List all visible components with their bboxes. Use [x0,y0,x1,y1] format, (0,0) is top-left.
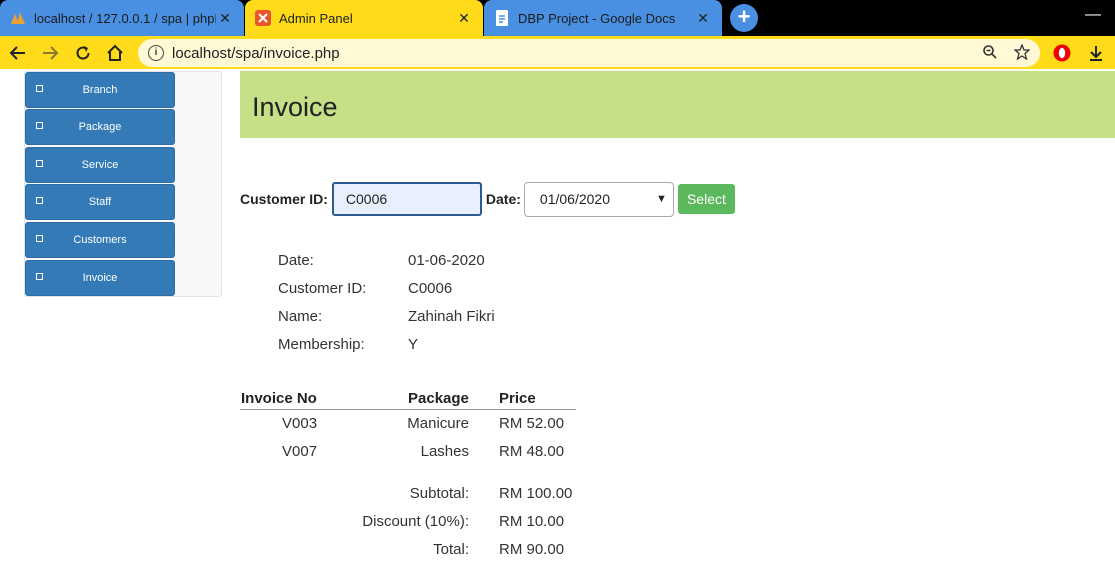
download-icon[interactable] [1087,44,1105,62]
date-label: Date: [485,191,521,207]
customer-id-input[interactable]: C0006 [331,182,482,216]
row-price: RM 52.00 [499,415,565,432]
bullet-icon [36,122,43,129]
bullet-icon [36,273,43,280]
sidebar-item-customers[interactable]: Customers [25,222,175,258]
date-select[interactable]: 01/06/2020 ▼ [523,181,674,217]
bullet-icon [36,235,43,242]
browser-tab-strip: localhost / 127.0.0.1 / spa | phpM ✕ Adm… [0,0,1115,36]
sidebar-item-invoice[interactable]: Invoice [25,260,175,296]
subtotal-label: Subtotal: [409,485,469,502]
info-customer-id-label: Customer ID: [278,280,367,297]
xampp-icon [255,10,271,26]
info-name-label: Name: [278,308,323,325]
row-invoice-no: V003 [282,415,318,432]
tab-title: localhost / 127.0.0.1 / spa | phpM [34,10,216,26]
sidebar-item-label: Branch [82,84,118,96]
discount-value: RM 10.00 [499,513,565,530]
row-package: Manicure [407,415,469,432]
bullet-icon [36,197,43,204]
docs-icon [494,10,510,26]
forward-icon[interactable] [37,40,63,66]
back-icon[interactable] [5,40,31,66]
close-icon[interactable]: ✕ [694,10,712,27]
tab-title: Admin Panel [279,10,353,26]
reload-icon[interactable] [70,40,96,66]
opera-extension-icon[interactable] [1053,44,1071,62]
tab-title: DBP Project - Google Docs [518,10,676,26]
sidebar-item-branch[interactable]: Branch [25,72,175,108]
tab-google-docs[interactable]: DBP Project - Google Docs ✕ [484,0,722,36]
sidebar-item-package[interactable]: Package [25,109,175,145]
chevron-down-icon: ▼ [656,192,667,205]
info-customer-id-value: C0006 [408,280,453,297]
zoom-icon[interactable] [982,44,998,64]
browser-toolbar: i localhost/spa/invoice.php [0,36,1115,69]
sidebar-item-label: Package [78,121,122,133]
close-icon[interactable]: ✕ [216,10,234,27]
close-icon[interactable]: ✕ [455,10,473,27]
invoice-filter-form: Customer ID: C0006 Date: 01/06/2020 ▼ Se… [240,181,735,217]
header-package: Package [408,390,469,407]
home-icon[interactable] [102,40,128,66]
sidebar-item-label: Customers [73,234,127,246]
bullet-icon [36,85,43,92]
tab-phpmyadmin[interactable]: localhost / 127.0.0.1 / spa | phpM ✕ [0,0,244,36]
subtotal-value: RM 100.00 [499,485,573,502]
info-date-label: Date: [278,252,314,269]
date-select-value: 01/06/2020 [539,190,610,207]
row-price: RM 48.00 [499,443,565,460]
total-value: RM 90.00 [499,541,565,558]
info-name-value: Zahinah Fikri [408,308,495,325]
sidebar-item-service[interactable]: Service [25,147,175,183]
select-button[interactable]: Select [677,184,735,214]
new-tab-button[interactable]: + [730,4,758,32]
tab-admin-panel[interactable]: Admin Panel ✕ [245,0,483,36]
info-date-value: 01-06-2020 [408,252,485,269]
total-label: Total: [433,541,469,558]
bullet-icon [36,160,43,167]
sidebar-item-staff[interactable]: Staff [25,184,175,220]
phpmyadmin-icon [10,10,26,26]
row-package: Lashes [420,443,469,460]
page-header [240,71,1115,138]
sidebar-item-label: Service [81,159,119,171]
discount-label: Discount (10%): [362,513,469,530]
info-membership-value: Y [408,336,419,353]
bookmark-star-icon[interactable] [1013,43,1031,64]
table-divider [240,409,576,410]
sidebar-item-label: Invoice [82,272,118,284]
info-icon[interactable]: i [148,45,164,61]
header-invoice-no: Invoice No [241,390,317,407]
address-bar[interactable]: i localhost/spa/invoice.php [138,39,1040,67]
url-text: localhost/spa/invoice.php [172,44,340,62]
sidebar: Branch Package Service Staff Customers I… [24,71,222,297]
info-membership-label: Membership: [278,336,365,353]
customer-id-label: Customer ID: [240,191,328,207]
minimize-icon[interactable]: — [1085,6,1101,24]
header-price: Price [499,390,536,407]
sidebar-item-label: Staff [88,196,112,208]
page-title: Invoice [252,92,338,122]
row-invoice-no: V007 [282,443,318,460]
